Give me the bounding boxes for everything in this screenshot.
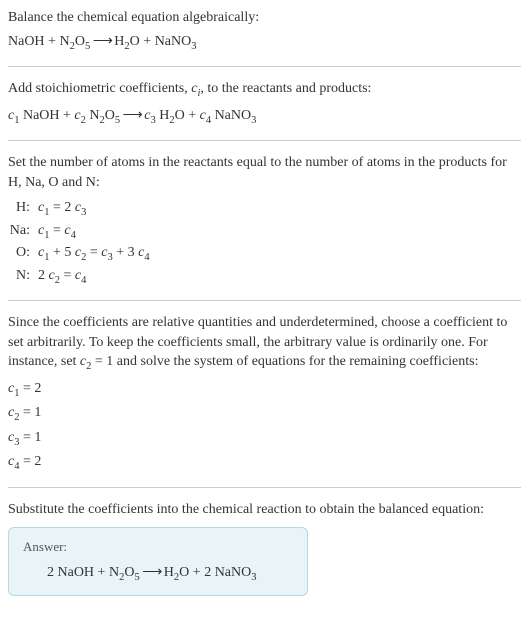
atom-equation: c1 + 5 c2 = c3 + 3 c4 bbox=[38, 243, 521, 265]
atom-row-h: H: c1 = 2 c3 bbox=[8, 198, 521, 220]
step1-text: Add stoichiometric coefficients, ci, to … bbox=[8, 79, 521, 101]
step3-text: Since the coefficients are relative quan… bbox=[8, 313, 521, 375]
answer-box: Answer: 2 NaOH + N2O5 ⟶ H2O + 2 NaNO3 bbox=[8, 527, 308, 596]
intro-text: Balance the chemical equation algebraica… bbox=[8, 8, 521, 28]
atom-label: O: bbox=[8, 243, 38, 265]
divider bbox=[8, 300, 521, 301]
atom-row-na: Na: c1 = c4 bbox=[8, 221, 521, 243]
coef-equation: c1 NaOH + c2 N2O5 ⟶ c3 H2O + c4 NaNO3 bbox=[8, 106, 521, 128]
atom-equation: 2 c2 = c4 bbox=[38, 266, 521, 288]
atom-label: H: bbox=[8, 198, 38, 220]
step2-section: Set the number of atoms in the reactants… bbox=[8, 153, 521, 288]
product-1: H2O bbox=[114, 34, 140, 49]
answer-label: Answer: bbox=[23, 538, 293, 556]
coef-c3: c3 = 1 bbox=[8, 428, 521, 450]
step4-text: Substitute the coefficients into the che… bbox=[8, 500, 521, 520]
step2-text: Set the number of atoms in the reactants… bbox=[8, 153, 521, 192]
product-2: NaNO3 bbox=[155, 34, 197, 49]
coef-c2: c2 = 1 bbox=[8, 403, 521, 425]
coefficient-solutions: c1 = 2 c2 = 1 c3 = 1 c4 = 2 bbox=[8, 379, 521, 475]
divider bbox=[8, 66, 521, 67]
reactant-1: NaOH bbox=[8, 34, 45, 49]
plus: + bbox=[45, 34, 60, 49]
intro-section: Balance the chemical equation algebraica… bbox=[8, 8, 521, 54]
step3-section: Since the coefficients are relative quan… bbox=[8, 313, 521, 475]
step1-section: Add stoichiometric coefficients, ci, to … bbox=[8, 79, 521, 128]
atom-row-n: N: 2 c2 = c4 bbox=[8, 266, 521, 288]
unbalanced-equation: NaOH + N2O5 ⟶ H2O + NaNO3 bbox=[8, 32, 521, 54]
plus: + bbox=[140, 34, 155, 49]
coef-c1: c1 = 2 bbox=[8, 379, 521, 401]
atom-label: Na: bbox=[8, 221, 38, 243]
coef-c4: c4 = 2 bbox=[8, 452, 521, 474]
divider bbox=[8, 487, 521, 488]
atom-row-o: O: c1 + 5 c2 = c3 + 3 c4 bbox=[8, 243, 521, 265]
atom-label: N: bbox=[8, 266, 38, 288]
divider bbox=[8, 140, 521, 141]
reactant-2: N2O5 bbox=[59, 34, 90, 49]
arrow: ⟶ bbox=[90, 34, 114, 49]
balanced-equation: 2 NaOH + N2O5 ⟶ H2O + 2 NaNO3 bbox=[23, 563, 293, 585]
step4-section: Substitute the coefficients into the che… bbox=[8, 500, 521, 596]
atom-equation: c1 = c4 bbox=[38, 221, 521, 243]
atom-balance-table: H: c1 = 2 c3 Na: c1 = c4 O: c1 + 5 c2 = … bbox=[8, 198, 521, 288]
atom-equation: c1 = 2 c3 bbox=[38, 198, 521, 220]
